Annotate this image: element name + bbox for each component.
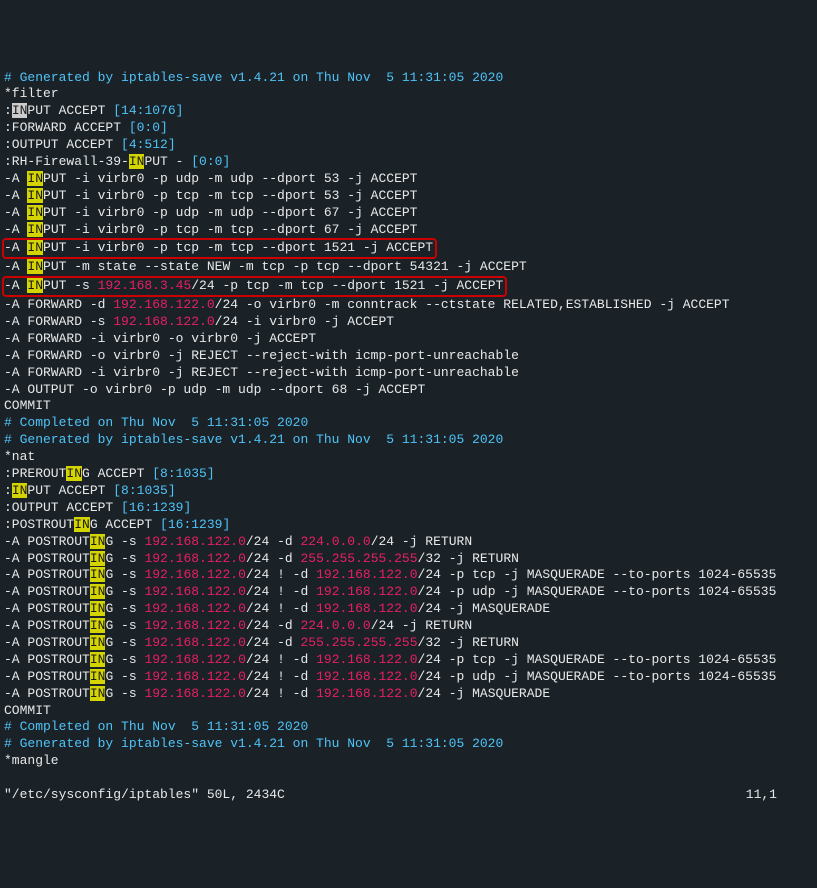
code-line: -A POSTROUTING -s 192.168.122.0/24 ! -d … bbox=[4, 601, 813, 618]
code-line: -A FORWARD -i virbr0 -o virbr0 -j ACCEPT bbox=[4, 331, 813, 348]
code-line: -A POSTROUTING -s 192.168.122.0/24 -d 25… bbox=[4, 635, 813, 652]
code-line: -A FORWARD -o virbr0 -j REJECT --reject-… bbox=[4, 348, 813, 365]
code-line: -A INPUT -i virbr0 -p tcp -m tcp --dport… bbox=[4, 238, 813, 259]
code-line: # Generated by iptables-save v1.4.21 on … bbox=[4, 736, 813, 753]
code-line: *mangle bbox=[4, 753, 813, 770]
code-line: -A POSTROUTING -s 192.168.122.0/24 -d 22… bbox=[4, 534, 813, 551]
code-line: -A INPUT -m state --state NEW -m tcp -p … bbox=[4, 259, 813, 276]
code-line: *filter bbox=[4, 86, 813, 103]
code-line: :POSTROUTING ACCEPT [16:1239] bbox=[4, 517, 813, 534]
code-line: *nat bbox=[4, 449, 813, 466]
code-line: :RH-Firewall-39-INPUT - [0:0] bbox=[4, 154, 813, 171]
code-line: # Completed on Thu Nov 5 11:31:05 2020 bbox=[4, 415, 813, 432]
code-line: :OUTPUT ACCEPT [4:512] bbox=[4, 137, 813, 154]
code-line: -A INPUT -i virbr0 -p udp -m udp --dport… bbox=[4, 205, 813, 222]
code-line: :FORWARD ACCEPT [0:0] bbox=[4, 120, 813, 137]
code-line: -A FORWARD -i virbr0 -j REJECT --reject-… bbox=[4, 365, 813, 382]
code-line: -A INPUT -i virbr0 -p tcp -m tcp --dport… bbox=[4, 188, 813, 205]
code-line: # Completed on Thu Nov 5 11:31:05 2020 bbox=[4, 719, 813, 736]
code-line: COMMIT bbox=[4, 398, 813, 415]
status-file: "/etc/sysconfig/iptables" 50L, 2434C bbox=[4, 787, 285, 802]
code-line: COMMIT bbox=[4, 703, 813, 720]
code-line: -A FORWARD -d 192.168.122.0/24 -o virbr0… bbox=[4, 297, 813, 314]
code-line: -A INPUT -i virbr0 -p udp -m udp --dport… bbox=[4, 171, 813, 188]
code-line: # Generated by iptables-save v1.4.21 on … bbox=[4, 432, 813, 449]
status-position: 11,1 bbox=[746, 787, 777, 804]
code-line: -A INPUT -i virbr0 -p tcp -m tcp --dport… bbox=[4, 222, 813, 239]
code-line: :PREROUTING ACCEPT [8:1035] bbox=[4, 466, 813, 483]
code-line: -A POSTROUTING -s 192.168.122.0/24 -d 22… bbox=[4, 618, 813, 635]
code-line: -A OUTPUT -o virbr0 -p udp -m udp --dpor… bbox=[4, 382, 813, 399]
code-line: -A POSTROUTING -s 192.168.122.0/24 ! -d … bbox=[4, 686, 813, 703]
code-line: :INPUT ACCEPT [8:1035] bbox=[4, 483, 813, 500]
highlighted-rule-box: -A INPUT -s 192.168.3.45/24 -p tcp -m tc… bbox=[2, 276, 507, 297]
code-line: # Generated by iptables-save v1.4.21 on … bbox=[4, 70, 813, 87]
code-line: -A POSTROUTING -s 192.168.122.0/24 ! -d … bbox=[4, 652, 813, 669]
code-line: -A FORWARD -s 192.168.122.0/24 -i virbr0… bbox=[4, 314, 813, 331]
terminal-output: # Generated by iptables-save v1.4.21 on … bbox=[4, 70, 813, 771]
code-line: -A POSTROUTING -s 192.168.122.0/24 ! -d … bbox=[4, 669, 813, 686]
code-line: -A INPUT -s 192.168.3.45/24 -p tcp -m tc… bbox=[4, 276, 813, 297]
code-line: :INPUT ACCEPT [14:1076] bbox=[4, 103, 813, 120]
highlighted-rule-box: -A INPUT -i virbr0 -p tcp -m tcp --dport… bbox=[2, 238, 437, 259]
code-line: :OUTPUT ACCEPT [16:1239] bbox=[4, 500, 813, 517]
code-line: -A POSTROUTING -s 192.168.122.0/24 -d 25… bbox=[4, 551, 813, 568]
vim-status-line: "/etc/sysconfig/iptables" 50L, 2434C 11,1 bbox=[4, 787, 813, 804]
code-line: -A POSTROUTING -s 192.168.122.0/24 ! -d … bbox=[4, 584, 813, 601]
code-line: -A POSTROUTING -s 192.168.122.0/24 ! -d … bbox=[4, 567, 813, 584]
